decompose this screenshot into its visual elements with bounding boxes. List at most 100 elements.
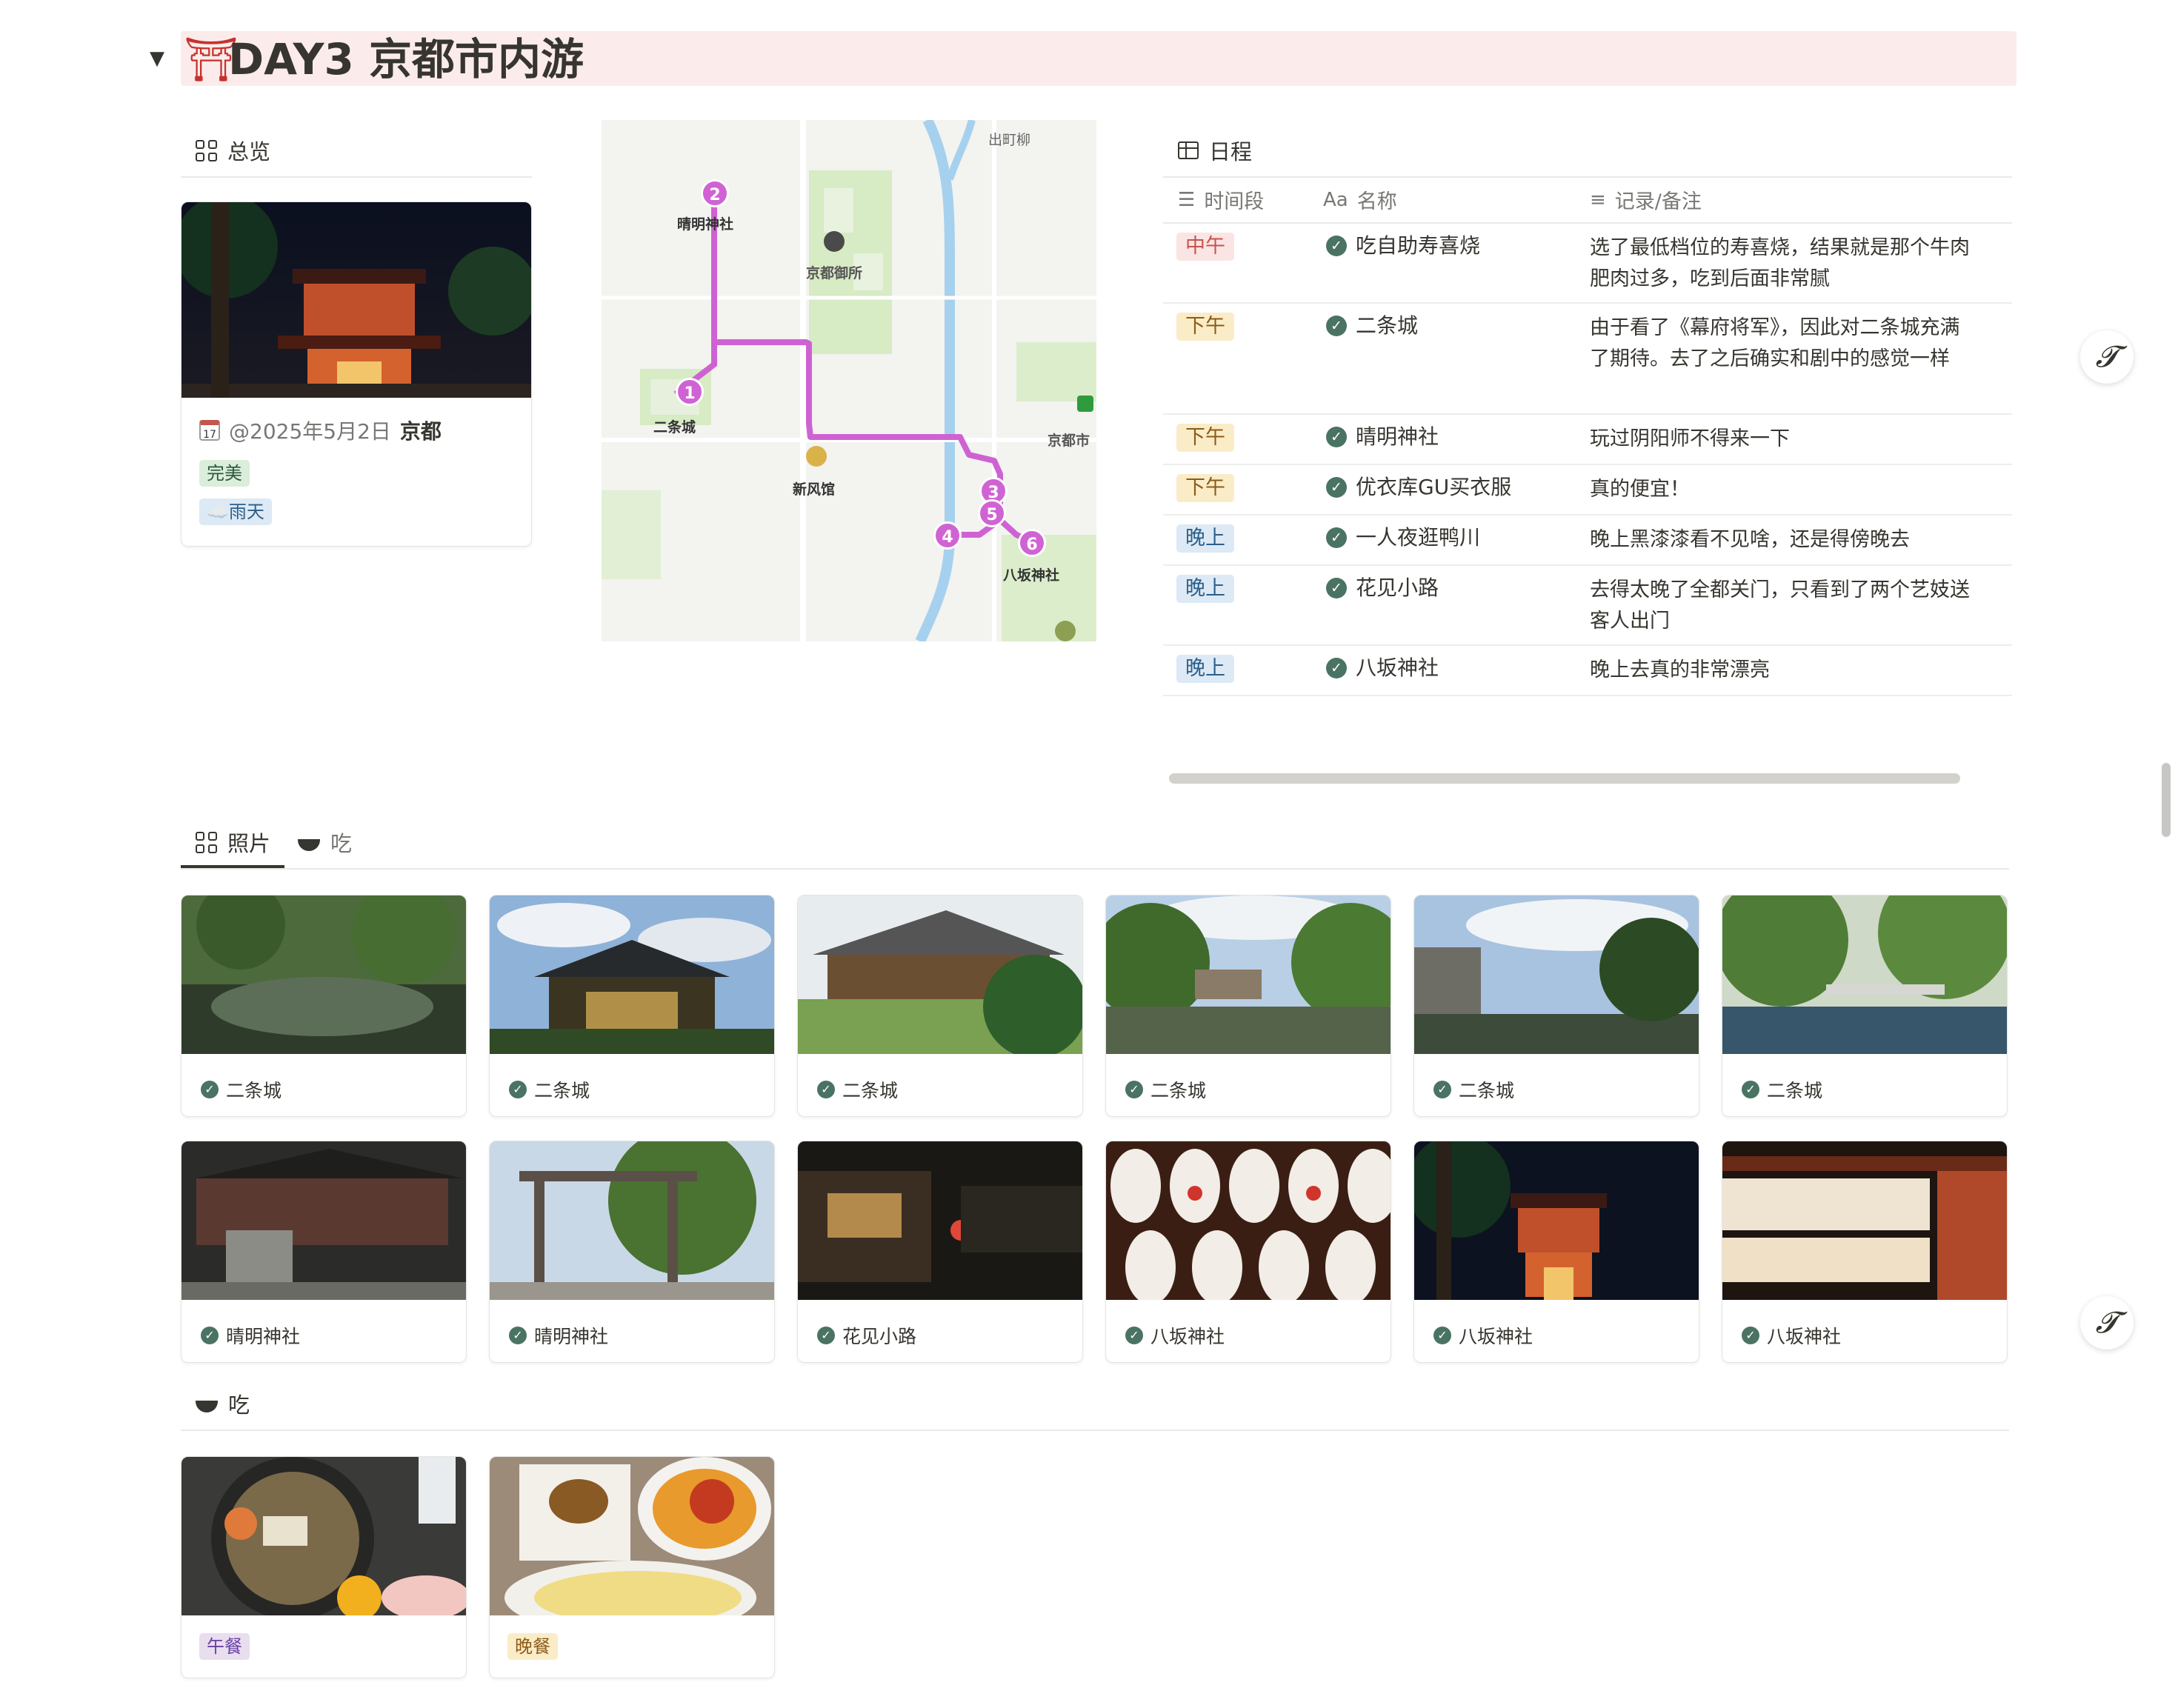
route-pin-6[interactable]: 6 [1018, 529, 1046, 557]
tab-label: 吃 [330, 831, 353, 856]
caption-text: 二条城 [226, 1080, 282, 1101]
note-cell[interactable]: 玩过阴阳师不得来一下 [1590, 424, 1975, 455]
photo-image [182, 1141, 466, 1300]
photo-image [490, 895, 774, 1054]
check-circle-icon: ✓ [1433, 1327, 1451, 1344]
photo-card[interactable]: ✓ 二条城 [181, 895, 467, 1117]
table-row[interactable]: 中午 ✓ 吃自助寿喜烧 选了最低档位的寿喜烧，结果就是那个牛肉肥肉过多，吃到后面非… [1163, 224, 2012, 304]
map-label-yasaka: 八坂神社 [1003, 567, 1060, 584]
photo-card[interactable]: ✓ 晴明神社 [489, 1141, 775, 1363]
photo-card[interactable]: ✓ 八坂神社 [1722, 1141, 2008, 1363]
name-text: 二条城 [1356, 313, 1419, 338]
check-circle-icon: ✓ [817, 1327, 835, 1344]
name-cell[interactable]: ✓ 一人夜逛鸭川 [1326, 524, 1480, 551]
name-text: 花见小路 [1356, 576, 1439, 600]
column-header-name[interactable]: Aa 名称 [1323, 185, 1397, 214]
photo-card[interactable]: ✓ 二条城 [797, 895, 1083, 1117]
table-row[interactable]: 下午 ✓ 优衣库GU买衣服 真的便宜！ [1163, 465, 2012, 516]
view-label: 总览 [227, 139, 271, 164]
map-canvas [602, 120, 1096, 641]
time-tag: 晚上 [1176, 575, 1234, 603]
note-cell[interactable]: 晚上黑漆漆看不见啥，还是得傍晚去 [1590, 524, 1975, 556]
photo-card[interactable]: ✓ 八坂神社 [1105, 1141, 1391, 1363]
photo-image [1414, 895, 1699, 1054]
table-row[interactable]: 晚上 ✓ 八坂神社 晚上去真的非常漂亮 [1163, 646, 2012, 696]
table-horizontal-scrollbar[interactable] [1169, 773, 1960, 784]
column-header-time[interactable]: ☰ 时间段 [1178, 185, 1264, 214]
check-circle-icon: ✓ [509, 1327, 527, 1344]
photo-caption: ✓ 晴明神社 [509, 1322, 608, 1349]
table-row[interactable]: 晚上 ✓ 花见小路 去得太晚了全都关门，只看到了两个艺妓送客人出门 [1163, 566, 2012, 646]
note-cell[interactable]: 真的便宜！ [1590, 474, 1975, 505]
gallery-icon [196, 139, 217, 161]
column-header-label: 时间段 [1204, 190, 1265, 213]
view-tab-schedule[interactable]: 日程 [1178, 135, 1252, 166]
table-row[interactable]: 晚上 ✓ 一人夜逛鸭川 晚上黑漆漆看不见啥，还是得傍晚去 [1163, 516, 2012, 566]
divider [181, 868, 2009, 870]
map-label-demachi: 出町柳 [988, 132, 1031, 148]
food-card[interactable]: 晚餐 [489, 1456, 775, 1678]
caption-text: 晴明神社 [226, 1326, 301, 1347]
photo-card[interactable]: ✓ 八坂神社 [1413, 1141, 1699, 1363]
view-header-food[interactable]: 吃 [196, 1388, 250, 1419]
date-property: 17 @2025年5月2日 京都 [199, 416, 442, 445]
photo-caption: ✓ 二条城 [1742, 1076, 1822, 1103]
lines-icon: ≡ [1590, 188, 1606, 211]
photo-card[interactable]: ✓ 二条城 [1722, 895, 2008, 1117]
table-row[interactable]: 下午 ✓ 二条城 由于看了《幕府将军》，因此对二条城充满了期待。去了之后确实和剧中… [1163, 304, 2012, 415]
photo-card[interactable]: ✓ 花见小路 [797, 1141, 1083, 1363]
check-circle-icon: ✓ [817, 1081, 835, 1098]
name-cell[interactable]: ✓ 优衣库GU买衣服 [1326, 474, 1511, 501]
photo-caption: ✓ 二条城 [817, 1076, 898, 1103]
photo-image [1106, 1141, 1391, 1300]
page-title[interactable]: DAY3 京都市内游 [228, 33, 584, 86]
photo-caption: ✓ 花见小路 [817, 1322, 916, 1349]
overview-card[interactable]: 17 @2025年5月2日 京都 完美 ☁️雨天 [181, 201, 532, 547]
check-circle-icon: ✓ [201, 1081, 219, 1098]
name-cell[interactable]: ✓ 晴明神社 [1326, 424, 1439, 450]
food-tag-row: 晚餐 [507, 1633, 558, 1660]
divider [181, 176, 532, 178]
view-tab-overview[interactable]: 总览 [196, 135, 270, 166]
check-circle-icon: ✓ [1125, 1081, 1143, 1098]
photo-image [182, 895, 466, 1054]
check-circle-icon: ✓ [1742, 1081, 1759, 1098]
food-tag-row: 午餐 [199, 1633, 250, 1660]
time-tag: 晚上 [1176, 655, 1234, 683]
weather-tag: ☁️雨天 [199, 498, 272, 525]
card-cover-image [182, 202, 531, 398]
route-pin-1[interactable]: 1 [676, 378, 704, 406]
photo-card[interactable]: ✓ 二条城 [1413, 895, 1699, 1117]
toggle-triangle-icon[interactable]: ▼ [150, 47, 164, 70]
photo-caption: ✓ 二条城 [1125, 1076, 1206, 1103]
text-aa-icon: Aa [1323, 188, 1348, 211]
note-cell[interactable]: 由于看了《幕府将军》，因此对二条城充满了期待。去了之后确实和剧中的感觉一样 [1590, 313, 1975, 375]
side-float-button[interactable]: 𝓣 [2080, 330, 2134, 384]
photo-card[interactable]: ✓ 晴明神社 [181, 1141, 467, 1363]
table-row[interactable]: 下午 ✓ 晴明神社 玩过阴阳师不得来一下 [1163, 415, 2012, 465]
photo-image [1722, 895, 2007, 1054]
route-pin-4[interactable]: 4 [933, 521, 962, 550]
side-float-button[interactable]: 𝓣 [2080, 1296, 2134, 1350]
column-header-notes[interactable]: ≡ 记录/备注 [1590, 185, 1702, 214]
map-label-kyotoshi: 京都市 [1048, 433, 1090, 449]
route-pin-5[interactable]: 5 [978, 499, 1006, 527]
food-card[interactable]: 午餐 [181, 1456, 467, 1678]
view-tab-photos[interactable]: 照片 [196, 827, 270, 858]
note-cell[interactable]: 选了最低档位的寿喜烧，结果就是那个牛肉肥肉过多，吃到后面非常腻 [1590, 233, 1975, 295]
page-scrollbar[interactable] [2162, 763, 2171, 837]
note-cell[interactable]: 晚上去真的非常漂亮 [1590, 655, 1975, 686]
photo-card[interactable]: ✓ 二条城 [489, 895, 775, 1117]
photo-caption: ✓ 八坂神社 [1433, 1322, 1533, 1349]
name-cell[interactable]: ✓ 花见小路 [1326, 575, 1439, 601]
view-label: 日程 [1209, 139, 1253, 164]
name-cell[interactable]: ✓ 吃自助寿喜烧 [1326, 233, 1480, 259]
view-tab-food[interactable]: 吃 [298, 827, 352, 858]
note-cell[interactable]: 去得太晚了全都关门，只看到了两个艺妓送客人出门 [1590, 575, 1975, 637]
name-cell[interactable]: ✓ 二条城 [1326, 313, 1418, 339]
route-pin-2[interactable]: 2 [701, 179, 729, 207]
name-cell[interactable]: ✓ 八坂神社 [1326, 655, 1439, 681]
route-map[interactable]: 出町柳 晴明神社 京都御所 二条城 新风馆 京都市 八坂神社 1 2 3 4 5… [602, 120, 1096, 641]
photo-card[interactable]: ✓ 二条城 [1105, 895, 1391, 1117]
caption-text: 二条城 [842, 1080, 899, 1101]
